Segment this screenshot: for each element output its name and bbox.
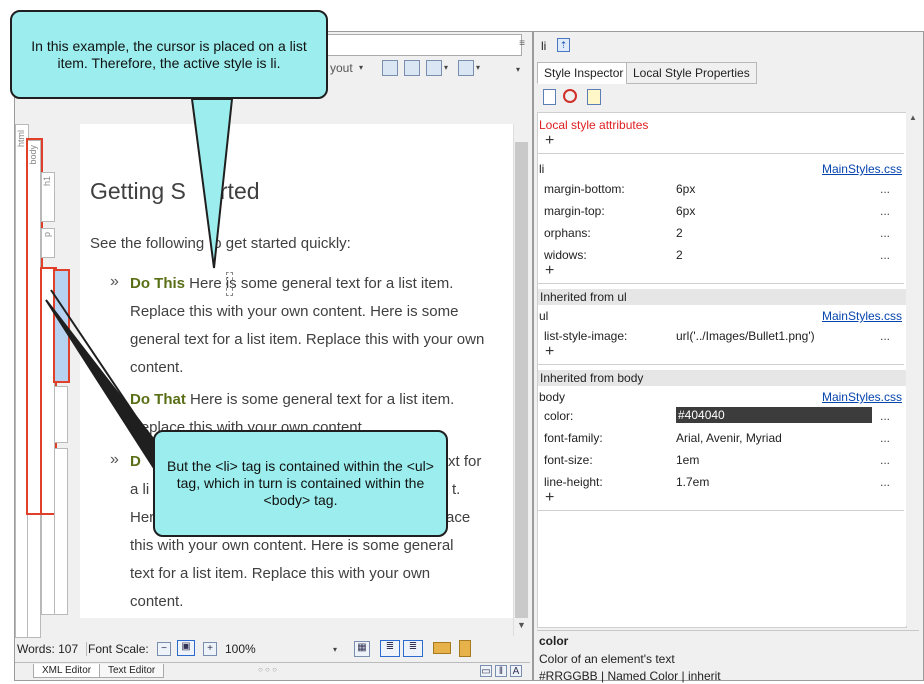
top-callout-pointer	[190, 98, 234, 269]
callout-top: In this example, the cursor is placed on…	[10, 10, 328, 99]
callout-top-text: In this example, the cursor is placed on…	[31, 38, 307, 71]
bottom-callout-pointer	[45, 299, 169, 494]
callout-bottom: But the <li> tag is contained within the…	[153, 430, 448, 537]
callout-bottom-text: But the <li> tag is contained within the…	[167, 458, 434, 508]
callout-pointers	[45, 98, 234, 494]
